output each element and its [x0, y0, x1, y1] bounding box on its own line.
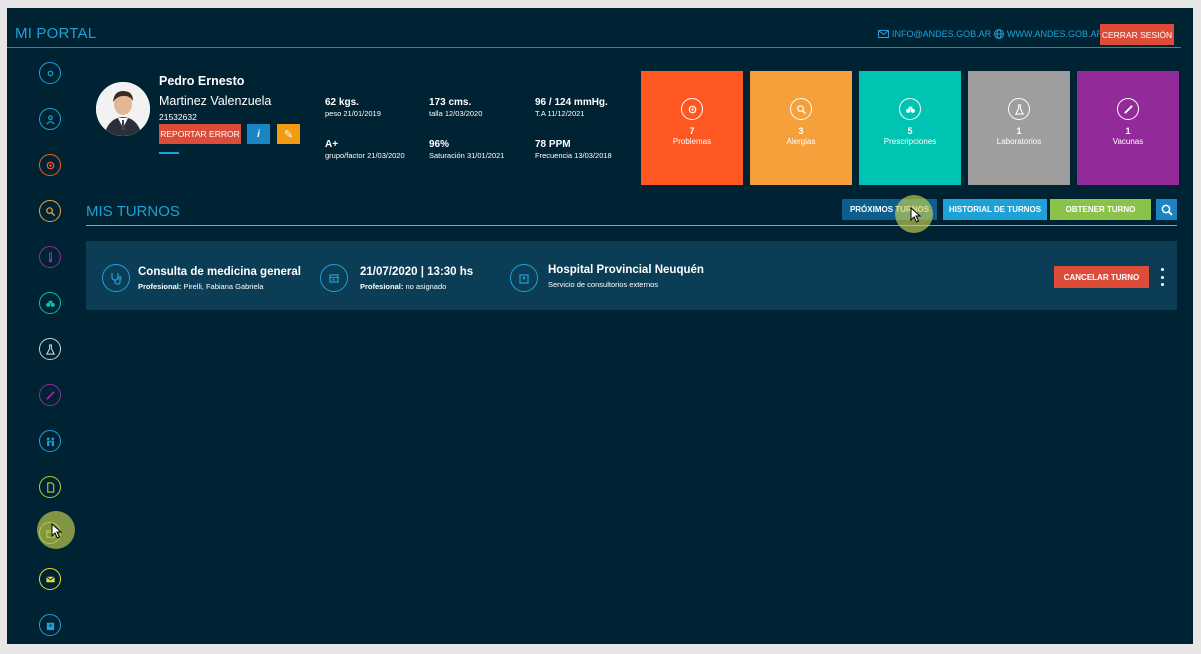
appointment-place-sub: Servicio de consultorios externos — [548, 280, 659, 289]
professional-name: no asignado — [405, 282, 447, 291]
cancel-appointment-button[interactable]: CANCELAR TURNO — [1054, 266, 1149, 288]
card-laboratory[interactable]: 1 Laboratorios — [968, 71, 1070, 185]
stat-value: 173 cms. — [429, 97, 472, 108]
patient-last-name: Martinez Valenzuela — [159, 94, 272, 108]
sidebar-vitals-icon[interactable] — [39, 246, 61, 268]
sidebar-messages-icon[interactable] — [39, 568, 61, 590]
card-label: Problemas — [672, 137, 712, 146]
logout-button[interactable]: CERRAR SESIÓN — [1100, 24, 1174, 45]
info-button[interactable]: i — [247, 124, 270, 144]
sidebar-vaccine-icon[interactable] — [39, 384, 61, 406]
sidebar-family-icon[interactable] — [39, 430, 61, 452]
search-button[interactable] — [1156, 199, 1177, 220]
patient-dni: 21532632 — [159, 112, 197, 122]
website-text: WWW.ANDES.GOB.AR — [1007, 29, 1104, 39]
appointment-history-button[interactable]: HISTORIAL DE TURNOS — [943, 199, 1047, 220]
card-count: 5 — [907, 126, 913, 136]
sidebar-dashboard-icon[interactable] — [39, 62, 61, 84]
sidebar-allergies-icon[interactable] — [39, 200, 61, 222]
card-label: Vacunas — [1112, 137, 1144, 146]
sidebar-prescriptions-icon[interactable] — [39, 292, 61, 314]
appointment-service: Consulta de medicina general — [138, 266, 301, 278]
get-appointment-button[interactable]: OBTENER TURNO — [1050, 199, 1151, 220]
sidebar-hospital-icon[interactable] — [39, 614, 61, 636]
sidebar-profile-icon[interactable] — [39, 108, 61, 130]
stat-label: Saturación 31/01/2021 — [429, 151, 505, 160]
appointment-datetime: 21/07/2020 | 13:30 hs — [360, 266, 474, 278]
appointment-card: Consulta de medicina general Profesional… — [86, 241, 1177, 310]
stethoscope-icon — [102, 264, 130, 292]
stat-value: 96% — [429, 139, 450, 150]
card-prescriptions[interactable]: 5 Prescripciones — [859, 71, 961, 185]
professional-label: Profesional: — [360, 282, 404, 291]
hospital-icon — [510, 264, 538, 292]
website-link[interactable]: WWW.ANDES.GOB.AR — [994, 29, 1103, 39]
mouse-cursor-icon — [51, 523, 63, 539]
professional-name: Pirelli, Fabiana Gabriela — [183, 282, 264, 291]
prescriptions-icon — [899, 98, 921, 120]
allergies-icon — [790, 98, 812, 120]
edit-button[interactable]: ✎ — [277, 124, 300, 144]
appointment-place: Hospital Provincial Neuquén — [548, 264, 704, 276]
laboratory-icon — [1008, 98, 1030, 120]
stat-value: A+ — [325, 139, 339, 150]
email-text: INFO@ANDES.GOB.AR — [892, 29, 992, 39]
stat-heart-rate: 78 PPM Frecuencia 13/03/2018 — [535, 139, 612, 160]
card-problems[interactable]: 7 Problemas — [641, 71, 743, 185]
report-error-button[interactable]: REPORTAR ERROR — [159, 124, 241, 144]
card-count: 1 — [1016, 126, 1022, 136]
sidebar-laboratory-icon[interactable] — [39, 338, 61, 360]
section-divider — [86, 225, 1177, 226]
more-options-icon[interactable] — [1157, 268, 1167, 286]
stat-value: 96 / 124 mmHg. — [535, 97, 608, 108]
appointment-professional: Profesional: Pirelli, Fabiana Gabriela — [138, 282, 263, 291]
card-vaccines[interactable]: 1 Vacunas — [1077, 71, 1179, 185]
stat-value: 78 PPM — [535, 139, 571, 150]
vaccine-icon — [1117, 98, 1139, 120]
globe-icon — [994, 29, 1004, 39]
search-icon — [1161, 204, 1173, 216]
header-divider — [7, 47, 1181, 48]
stat-label: grupo/factor 21/03/2020 — [325, 151, 405, 160]
tab-indicator — [159, 152, 179, 154]
stat-label: talla 12/03/2020 — [429, 109, 483, 118]
patient-first-name: Pedro Ernesto — [159, 74, 245, 88]
problems-icon — [681, 98, 703, 120]
app-window: MI PORTAL INFO@ANDES.GOB.AR WWW.ANDES.GO… — [7, 8, 1193, 644]
card-allergies[interactable]: 3 Alergias — [750, 71, 852, 185]
stat-blood-pressure: 96 / 124 mmHg. T.A 11/12/2021 — [535, 97, 608, 118]
stat-saturation: 96% Saturación 31/01/2021 — [429, 139, 504, 160]
email-link[interactable]: INFO@ANDES.GOB.AR — [878, 29, 991, 39]
stat-label: Frecuencia 13/03/2018 — [535, 151, 612, 160]
top-bar: MI PORTAL INFO@ANDES.GOB.AR WWW.ANDES.GO… — [7, 8, 1193, 48]
stat-value: 62 kgs. — [325, 97, 359, 108]
professional-label: Profesional: — [138, 282, 182, 291]
stat-label: T.A 11/12/2021 — [535, 109, 585, 118]
sidebar-documents-icon[interactable] — [39, 476, 61, 498]
card-count: 3 — [798, 126, 804, 136]
stat-label: peso 21/01/2019 — [325, 109, 381, 118]
stat-height: 173 cms. talla 12/03/2020 — [429, 97, 482, 118]
mouse-cursor-icon — [910, 207, 922, 223]
patient-avatar — [96, 82, 150, 136]
card-label: Prescripciones — [883, 137, 937, 146]
stat-weight: 62 kgs. peso 21/01/2019 — [325, 97, 381, 118]
card-label: Laboratorios — [996, 137, 1042, 146]
brand-title: MI PORTAL — [15, 25, 97, 42]
sidebar-problems-icon[interactable] — [39, 154, 61, 176]
card-count: 1 — [1125, 126, 1131, 136]
calendar-icon — [320, 264, 348, 292]
card-count: 7 — [689, 126, 695, 136]
appointment-professional-2: Profesional: no asignado — [360, 282, 446, 291]
section-title: MIS TURNOS — [86, 203, 180, 220]
mail-icon — [878, 30, 889, 38]
card-label: Alergias — [786, 137, 816, 146]
stat-blood-group: A+ grupo/factor 21/03/2020 — [325, 139, 405, 160]
